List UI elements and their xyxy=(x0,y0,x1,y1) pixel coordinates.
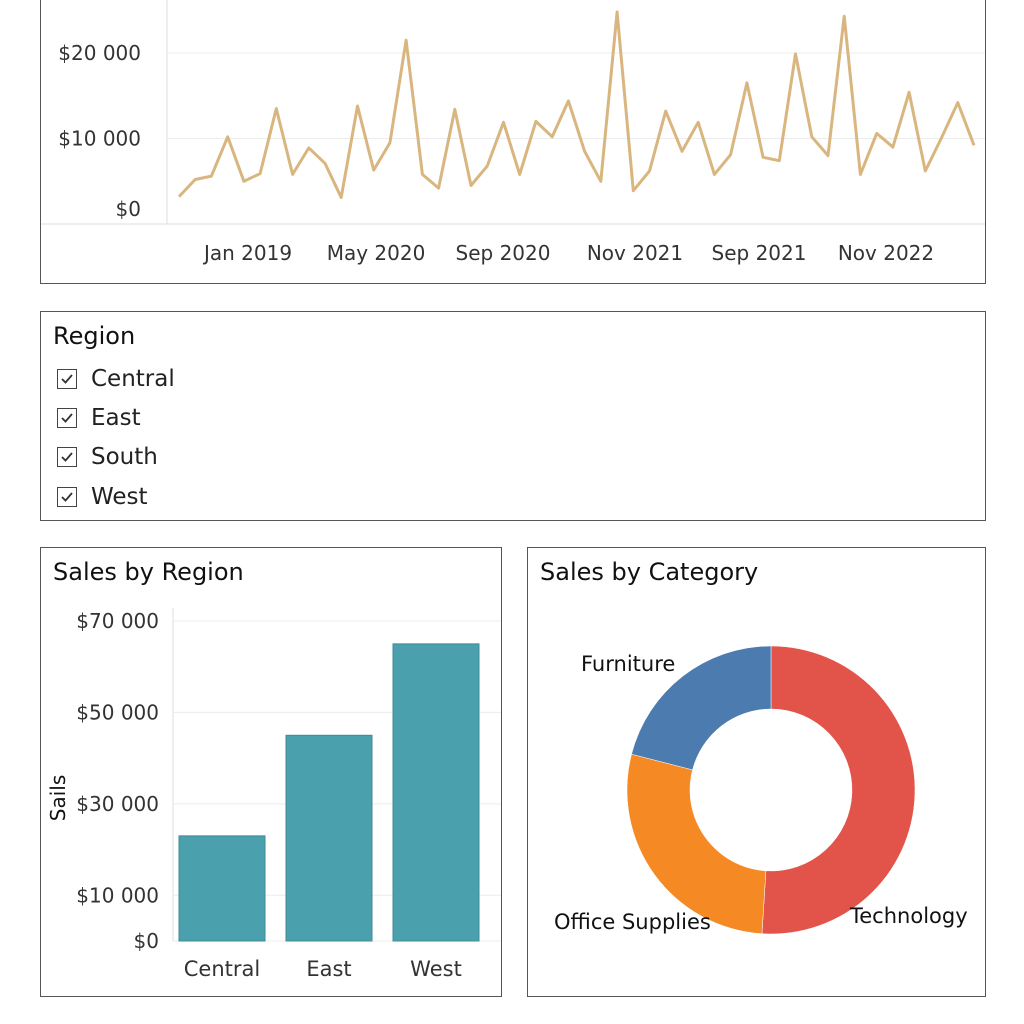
x-tick-label: Nov 2022 xyxy=(838,241,934,265)
checkbox-west[interactable] xyxy=(57,487,77,507)
filter-item-central[interactable]: Central xyxy=(57,364,175,394)
x-tick-label: Sep 2020 xyxy=(456,241,551,265)
sales-by-category-panel: Sales by Category Technology Office Suppl… xyxy=(527,547,986,997)
filter-item-east[interactable]: East xyxy=(57,403,141,433)
donut-slice-office-supplies xyxy=(626,753,767,934)
y-tick-label: $70 000 xyxy=(76,609,159,633)
sales-by-region-panel: Sales by Region $70 000 $50 000 $30 000 $10… xyxy=(40,547,502,997)
bar-east xyxy=(285,734,373,942)
filter-label-east: East xyxy=(91,405,141,431)
y-tick-label: $10 000 xyxy=(58,127,141,151)
filter-item-west[interactable]: West xyxy=(57,482,148,512)
y-tick-label: $0 xyxy=(116,197,141,221)
checkbox-central[interactable] xyxy=(57,369,77,389)
slice-label: Furniture xyxy=(581,652,675,676)
y-tick-label: $10 000 xyxy=(76,883,159,907)
bar-central xyxy=(178,835,266,942)
sales-by-region-chart: $70 000 $50 000 $30 000 $10 000 $0 Sails Centr… xyxy=(46,608,501,981)
sales-trend-panel: $20 000 $10 000 $0 Jan 2019 May 2020 Sep 2020… xyxy=(40,0,986,284)
donut-slice-technology xyxy=(761,645,916,935)
check-icon xyxy=(61,492,73,502)
y-tick-label: $0 xyxy=(134,929,159,953)
checkbox-east[interactable] xyxy=(57,408,77,428)
region-filter: Region Central East South West xyxy=(40,311,986,521)
y-axis-label: Sails xyxy=(46,775,70,821)
x-tick-label: May 2020 xyxy=(327,241,426,265)
x-tick-label: Nov 2021 xyxy=(587,241,683,265)
x-tick-label: East xyxy=(306,957,351,981)
x-tick-label: Jan 2019 xyxy=(202,241,292,265)
filter-item-south[interactable]: South xyxy=(57,442,158,472)
sales-trend-line xyxy=(177,10,976,199)
slice-label: Technology xyxy=(849,904,968,928)
x-tick-label: West xyxy=(410,957,462,981)
bar-west xyxy=(392,643,480,942)
check-icon xyxy=(61,413,73,423)
check-icon xyxy=(61,452,73,462)
y-tick-label: $20 000 xyxy=(58,41,141,65)
x-tick-label: Central xyxy=(184,957,260,981)
checkbox-south[interactable] xyxy=(57,447,77,467)
y-tick-label: $50 000 xyxy=(76,700,159,724)
sales-trend-chart: $20 000 $10 000 $0 Jan 2019 May 2020 Sep 2020… xyxy=(41,0,985,265)
check-icon xyxy=(61,374,73,384)
filter-label-south: South xyxy=(91,444,158,470)
x-tick-label: Sep 2021 xyxy=(712,241,807,265)
filter-label-central: Central xyxy=(91,366,175,392)
y-tick-label: $30 000 xyxy=(76,792,159,816)
sales-by-category-chart: Technology Office Supplies Furniture xyxy=(554,645,968,935)
filter-label-west: West xyxy=(91,484,148,510)
slice-label: Office Supplies xyxy=(554,910,711,934)
region-filter-title: Region xyxy=(53,322,136,350)
